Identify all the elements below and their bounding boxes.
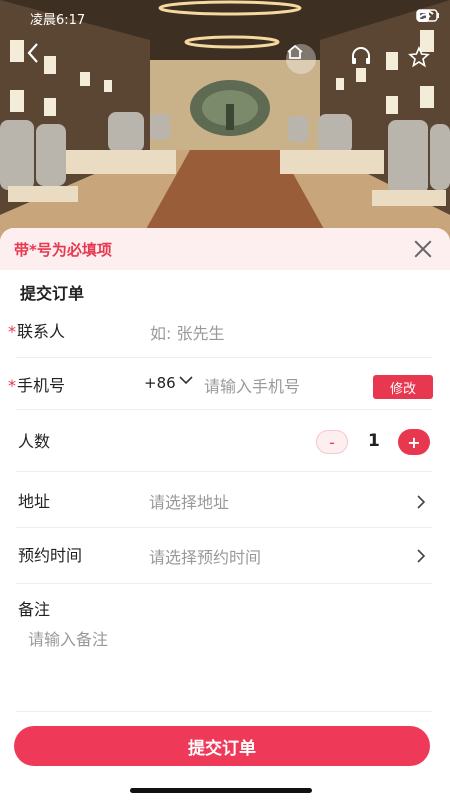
form-title: 提交订单 xyxy=(20,284,85,303)
address-row[interactable]: 地址 请选择地址 xyxy=(16,472,432,528)
home-indicator xyxy=(130,788,312,793)
phone-label-text: 手机号 xyxy=(17,376,66,395)
chevron-right-icon[interactable] xyxy=(414,548,428,563)
chevron-down-icon[interactable] xyxy=(178,372,194,388)
people-row: 人数 - 1 + xyxy=(16,410,432,472)
required-notice: 带*号为必填项 xyxy=(0,228,450,270)
contact-input[interactable]: 如: 张先生 xyxy=(150,320,224,344)
decrease-button[interactable]: - xyxy=(316,430,348,454)
status-time: 凌晨6:17 xyxy=(30,13,86,28)
submit-order-button[interactable]: 提交订单 xyxy=(14,726,430,766)
contact-row: *联系人 如: 张先生 xyxy=(8,302,432,358)
close-icon[interactable] xyxy=(414,240,432,258)
required-mark: * xyxy=(8,322,16,341)
appointment-time-select[interactable]: 请选择预约时间 xyxy=(149,544,261,568)
chevron-right-icon[interactable] xyxy=(414,494,428,509)
remark-row: 备注 请输入备注 xyxy=(16,584,432,712)
edit-phone-button[interactable]: 修改 xyxy=(373,375,433,399)
hero-image: 凌晨6:17 xyxy=(0,0,450,240)
hall-photo xyxy=(0,0,450,240)
appointment-time-label: 预约时间 xyxy=(18,546,83,565)
phone-label: *手机号 xyxy=(8,372,65,396)
people-label: 人数 xyxy=(18,432,51,451)
required-mark: * xyxy=(8,376,16,395)
contact-label: *联系人 xyxy=(8,318,65,342)
contact-label-text: 联系人 xyxy=(17,322,66,341)
appointment-time-row[interactable]: 预约时间 请选择预约时间 xyxy=(16,528,432,584)
address-label: 地址 xyxy=(18,492,51,511)
phone-row: *手机号 +86 请输入手机号 修改 xyxy=(8,358,433,410)
quantity-value: 1 xyxy=(368,431,380,451)
phone-input[interactable]: 请输入手机号 xyxy=(204,373,300,397)
country-code-select[interactable]: +86 xyxy=(144,374,176,392)
increase-button[interactable]: + xyxy=(398,429,430,455)
remark-label: 备注 xyxy=(18,600,51,619)
address-select[interactable]: 请选择地址 xyxy=(149,489,229,513)
home-icon[interactable] xyxy=(286,44,316,74)
order-form-sheet: 带*号为必填项 提交订单 *联系人 如: 张先生 *手机号 +86 请输入手机号… xyxy=(0,228,450,800)
required-notice-text: 带*号为必填项 xyxy=(14,240,112,259)
remark-textarea[interactable]: 请输入备注 xyxy=(28,626,108,650)
status-bar: 凌晨6:17 xyxy=(0,0,450,34)
